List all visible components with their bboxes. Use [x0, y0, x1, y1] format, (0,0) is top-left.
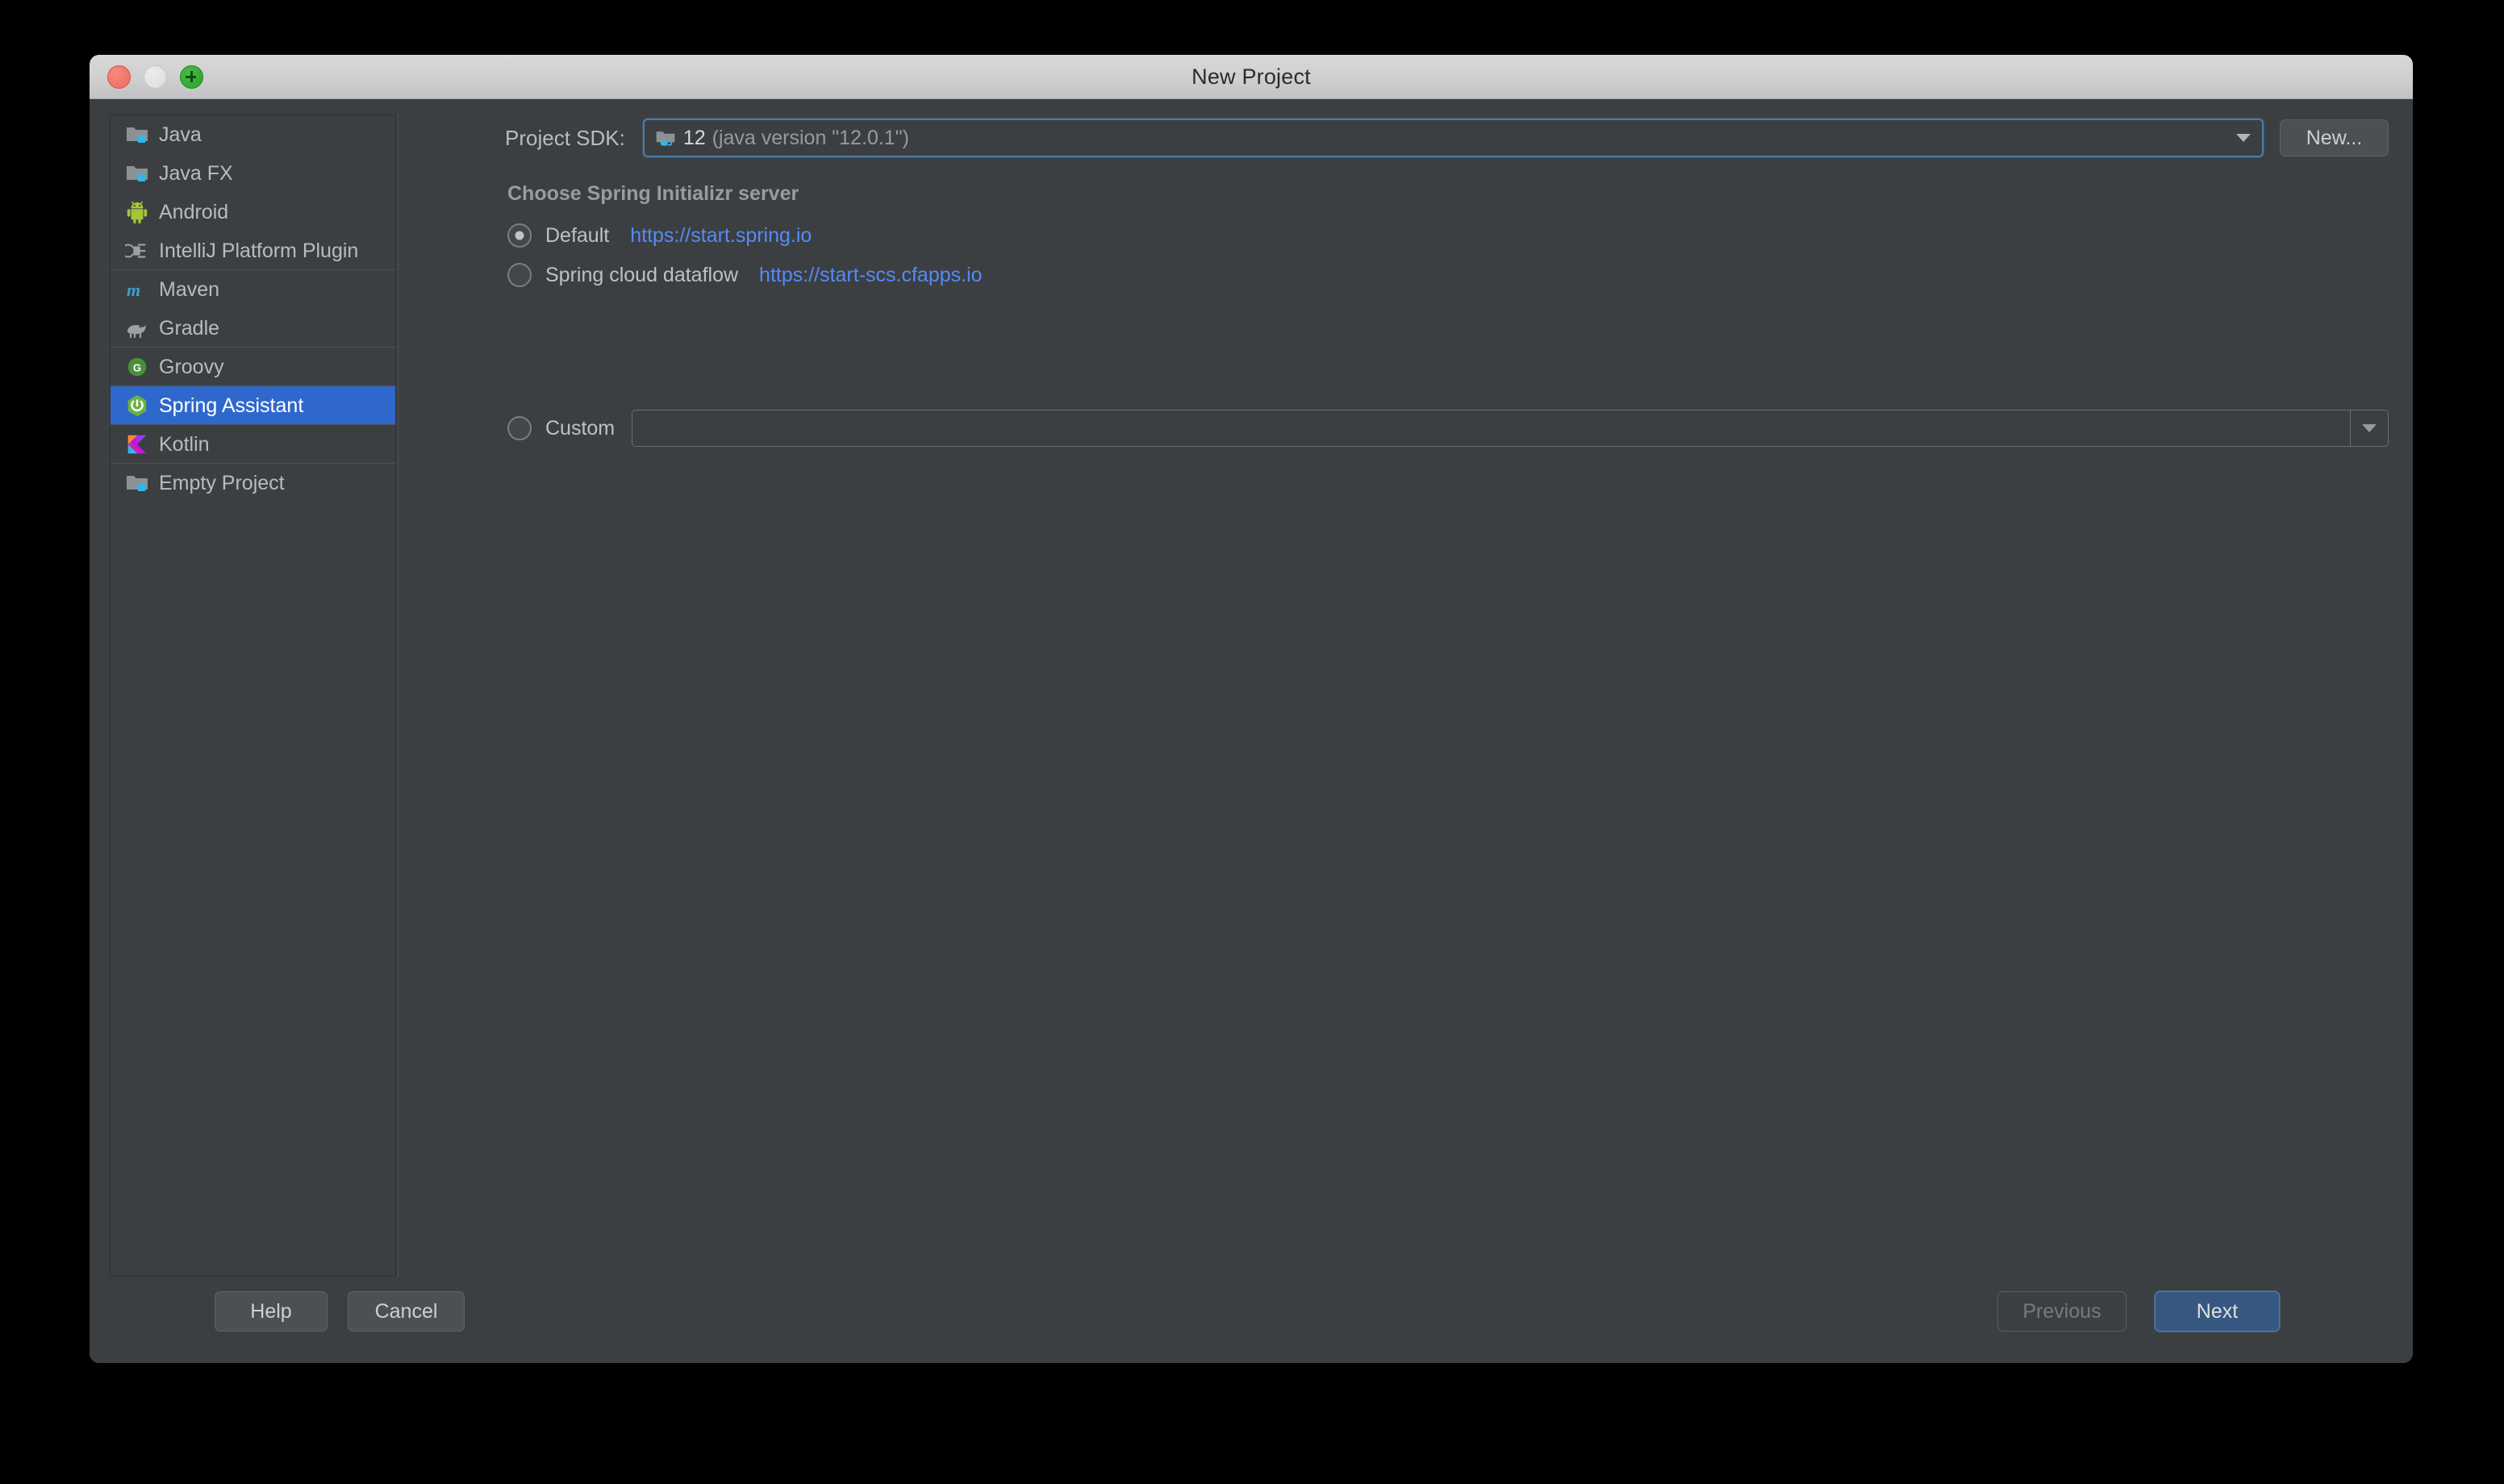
- radio-default[interactable]: [507, 223, 532, 248]
- zoom-button-icon[interactable]: [180, 65, 203, 89]
- gradle-icon: [123, 315, 151, 342]
- main-panel: Project SDK: 12 (java version "12.0.1"): [412, 99, 2413, 1363]
- sidebar-item-label: Maven: [159, 277, 220, 301]
- sidebar-item-android[interactable]: Android: [111, 193, 395, 231]
- default-server-url[interactable]: https://start.spring.io: [630, 224, 812, 248]
- sidebar-item-kotlin[interactable]: Kotlin: [111, 425, 395, 464]
- project-sdk-label: Project SDK:: [505, 125, 625, 150]
- svg-text:m: m: [127, 280, 140, 300]
- new-sdk-button[interactable]: New...: [2280, 119, 2389, 156]
- radio-dataflow[interactable]: [507, 263, 532, 287]
- chevron-down-icon[interactable]: [2236, 134, 2251, 142]
- radio-custom-label: Custom: [545, 416, 616, 440]
- dialog-footer: Help Cancel Previous Next: [90, 1277, 2413, 1363]
- sidebar-item-label: Java: [159, 123, 202, 146]
- sidebar-item-java-fx[interactable]: Java FX: [111, 154, 395, 193]
- spring-icon: [123, 392, 151, 419]
- sidebar-item-label: Gradle: [159, 316, 220, 340]
- custom-server-input[interactable]: [632, 410, 2389, 447]
- minimize-button-icon[interactable]: [144, 65, 167, 89]
- server-option-default[interactable]: Default https://start.spring.io: [507, 223, 812, 248]
- folder-javafx-icon: [123, 160, 151, 187]
- chevron-down-icon: [2362, 424, 2377, 432]
- server-option-dataflow[interactable]: Spring cloud dataflow https://start-scs.…: [507, 263, 983, 287]
- sidebar-item-intellij-platform-plugin[interactable]: IntelliJ Platform Plugin: [111, 231, 395, 270]
- sidebar-item-java[interactable]: Java: [111, 115, 395, 154]
- sidebar-item-label: Spring Assistant: [159, 394, 304, 417]
- choose-server-section-title: Choose Spring Initializr server: [507, 182, 799, 205]
- folder-java-icon: [123, 121, 151, 148]
- new-project-dialog-window: New Project Java Java FX Android Intelli…: [90, 55, 2413, 1363]
- radio-custom[interactable]: [507, 416, 532, 440]
- previous-button[interactable]: Previous: [1997, 1291, 2126, 1332]
- dataflow-server-url[interactable]: https://start-scs.cfapps.io: [759, 264, 983, 287]
- jdk-folder-icon: [654, 127, 677, 149]
- sidebar-item-gradle[interactable]: Gradle: [111, 309, 395, 348]
- android-icon: [123, 198, 151, 226]
- project-sdk-row: Project SDK: 12 (java version "12.0.1"): [505, 117, 2389, 159]
- sidebar-item-label: Java FX: [159, 161, 233, 185]
- next-button[interactable]: Next: [2155, 1291, 2280, 1332]
- sidebar-item-label: Groovy: [159, 355, 224, 378]
- radio-dataflow-label: Spring cloud dataflow: [545, 263, 739, 286]
- sidebar-item-empty-project[interactable]: Empty Project: [111, 464, 395, 502]
- window-title: New Project: [1191, 64, 1311, 89]
- custom-server-dropdown-button[interactable]: [2350, 411, 2388, 446]
- sidebar-item-groovy[interactable]: G Groovy: [111, 348, 395, 386]
- folder-empty-icon: [123, 469, 151, 497]
- svg-text:G: G: [133, 362, 141, 374]
- sidebar-item-maven[interactable]: m Maven: [111, 270, 395, 309]
- dialog-content: Java Java FX Android IntelliJ Platform P…: [90, 99, 2413, 1363]
- help-button[interactable]: Help: [215, 1291, 328, 1332]
- project-sdk-detail: (java version "12.0.1"): [712, 126, 909, 149]
- window-titlebar: New Project: [90, 55, 2413, 99]
- sidebar-item-label: Kotlin: [159, 432, 210, 456]
- sidebar-item-label: IntelliJ Platform Plugin: [159, 239, 359, 262]
- project-sdk-combobox[interactable]: 12 (java version "12.0.1"): [642, 119, 2264, 157]
- window-controls: [107, 55, 203, 98]
- plugin-icon: [123, 237, 151, 265]
- project-type-list[interactable]: Java Java FX Android IntelliJ Platform P…: [110, 115, 396, 1277]
- maven-icon: m: [123, 276, 151, 303]
- sidebar-item-label: Empty Project: [159, 471, 285, 494]
- sidebar-divider: [398, 115, 399, 1277]
- project-sdk-version: 12: [682, 126, 706, 149]
- project-sdk-value: 12 (java version "12.0.1"): [654, 127, 909, 150]
- sidebar-item-spring-assistant[interactable]: Spring Assistant: [111, 386, 395, 425]
- groovy-icon: G: [123, 353, 151, 381]
- kotlin-icon: [123, 431, 151, 458]
- sidebar-item-label: Android: [159, 200, 229, 223]
- radio-default-label: Default: [545, 223, 610, 247]
- close-button-icon[interactable]: [107, 65, 131, 89]
- cancel-button[interactable]: Cancel: [348, 1291, 465, 1332]
